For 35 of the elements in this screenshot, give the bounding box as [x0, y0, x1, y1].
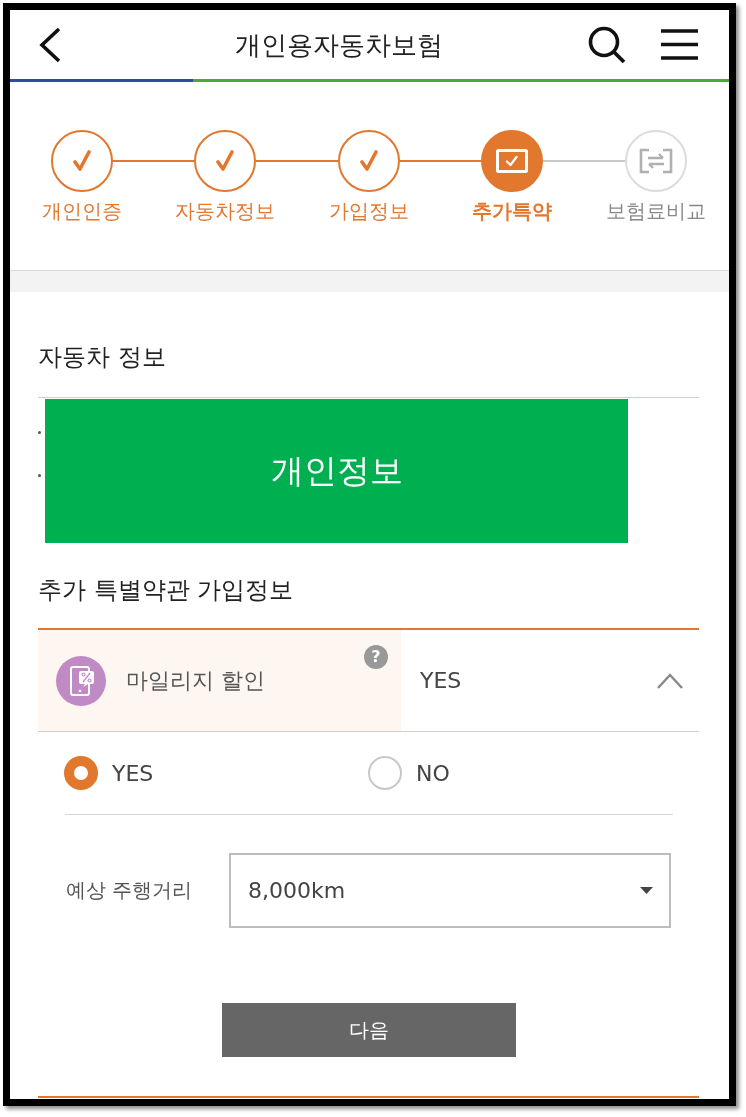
bullet-icon [38, 474, 41, 477]
option-value: YES [420, 668, 462, 693]
check-icon [72, 150, 91, 172]
swap-arrows-icon [638, 148, 673, 174]
step-label: 가입정보 [328, 198, 409, 224]
step-label: 개인인증 [41, 198, 122, 224]
menu-button[interactable] [661, 29, 698, 60]
bullet-icon [38, 431, 41, 434]
step-label: 보험료비교 [605, 198, 706, 224]
caret-icon [640, 887, 653, 894]
check-icon [359, 150, 378, 172]
search-button[interactable] [588, 25, 626, 64]
option-label: 마일리지 할인 [126, 666, 265, 695]
radio-label: NO [416, 760, 450, 786]
field-label: 예상 주행거리 [66, 877, 194, 904]
back-button[interactable] [38, 26, 62, 63]
page-title: 개인용자동차보험 [235, 28, 443, 62]
next-button[interactable]: 다음 [221, 1003, 516, 1057]
phone-percent-icon [56, 655, 106, 706]
back-chevron-icon [39, 26, 61, 63]
step-label: 추가특약 [472, 198, 553, 224]
collapse-button[interactable] [657, 672, 683, 689]
section-heading: 추가 특별약관 가입정보 [38, 575, 295, 606]
search-icon [588, 25, 626, 64]
mileage-select[interactable]: 8,000km [229, 853, 671, 928]
radio-button[interactable] [64, 756, 98, 790]
check-icon [216, 150, 235, 172]
chevron-up-icon [657, 672, 683, 689]
radio-label: YES [112, 760, 154, 786]
step-label: 자동차정보 [175, 198, 276, 224]
radio-button[interactable] [368, 756, 402, 790]
redaction-block: 개인정보 [45, 399, 628, 543]
screen-check-icon [496, 149, 529, 173]
section-heading: 자동차 정보 [38, 342, 167, 373]
menu-icon [661, 29, 698, 60]
